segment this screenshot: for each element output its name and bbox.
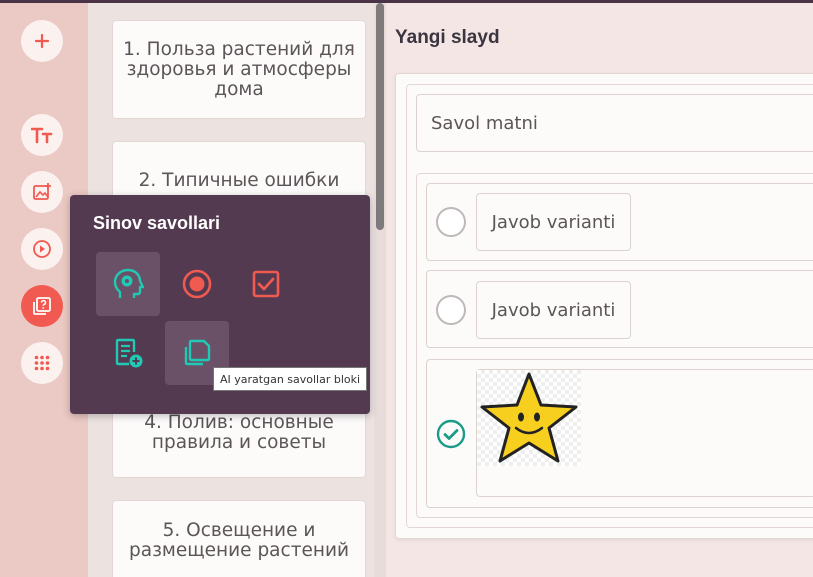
image-tool-button[interactable] (21, 171, 63, 213)
single-choice-button[interactable] (165, 252, 229, 316)
copy-blocks-icon (184, 339, 211, 366)
ai-question-button[interactable] (96, 252, 160, 316)
text-tool-button[interactable] (21, 114, 63, 156)
question-text-input[interactable]: Savol matni (416, 94, 813, 152)
grid-dots-icon (34, 355, 50, 371)
ai-head-icon (113, 268, 145, 298)
add-question-list-button[interactable] (96, 321, 160, 385)
multiple-choice-button[interactable] (234, 252, 298, 316)
slide-title-heading: Yangi slayd (395, 27, 500, 48)
correct-check-icon[interactable] (436, 419, 466, 449)
add-button[interactable] (21, 20, 63, 62)
plus-icon (34, 33, 50, 49)
quiz-icon (33, 297, 51, 315)
text-size-icon (31, 127, 53, 144)
multiple-choice-icon (252, 270, 280, 298)
more-tools-button[interactable] (21, 342, 63, 384)
slide-title: 4. Полив: основные правила и советы (144, 412, 334, 453)
slide-title: 5. Освещение и размещение растений (129, 520, 349, 561)
answer-radio[interactable] (436, 295, 466, 325)
star-smiley-image (480, 372, 578, 463)
slide-title: 2. Типичные ошибки (138, 170, 340, 191)
slide-thumbnail[interactable]: 1. Польза растений для здоровья и атмосф… (112, 20, 366, 119)
video-tool-button[interactable] (21, 228, 63, 270)
play-circle-icon (33, 240, 51, 258)
single-choice-icon (182, 269, 212, 299)
image-add-icon (33, 183, 51, 200)
slide-title: 1. Польза растений для здоровья и атмосф… (123, 38, 355, 100)
add-question-list-icon (115, 338, 143, 368)
slide-thumbnail[interactable]: 5. Освещение и размещение растений (112, 500, 366, 577)
answer-text-input[interactable]: Javob varianti (476, 281, 631, 339)
scrollbar-thumb[interactable] (376, 3, 384, 230)
quiz-tool-button[interactable] (21, 285, 63, 327)
popup-title: Sinov savollari (93, 213, 221, 233)
answer-image (477, 370, 581, 466)
tooltip: AI yaratgan savollar bloki (213, 367, 368, 391)
answer-radio[interactable] (436, 207, 466, 237)
answer-text-input[interactable]: Javob varianti (476, 193, 631, 251)
